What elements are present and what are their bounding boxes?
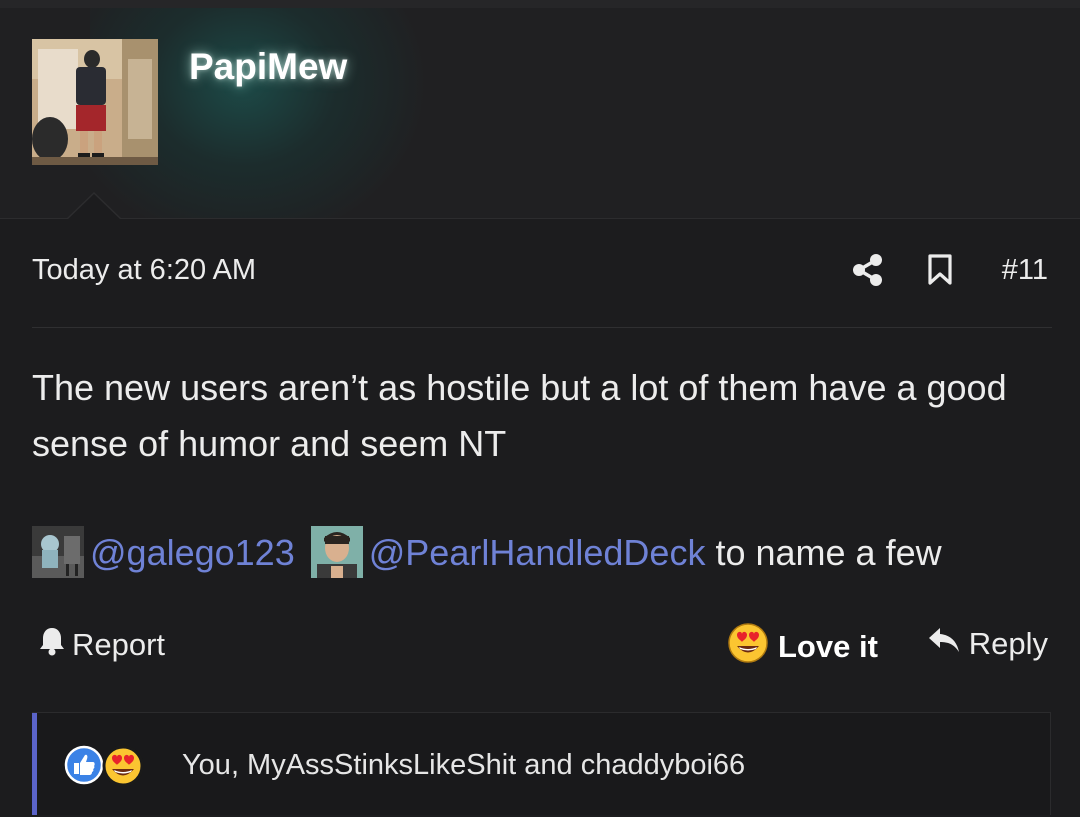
- heart-eyes-emoji-icon: [102, 745, 144, 795]
- post-timestamp[interactable]: Today at 6:20 AM: [32, 254, 256, 287]
- reply-button[interactable]: Reply: [927, 626, 1048, 662]
- post-number-link[interactable]: #11: [1002, 254, 1048, 287]
- reply-label: Reply: [968, 626, 1048, 661]
- pearlhandleddeck-avatar[interactable]: [310, 526, 363, 579]
- galego123-avatar[interactable]: [32, 526, 84, 579]
- post-mentions-line: @galego123 @PearlHandledDeck to name a f…: [32, 525, 1072, 581]
- love-it-label: Love it: [778, 629, 878, 664]
- reactions-summary-text[interactable]: You, MyAssStinksLikeShit and chaddyboi66: [182, 749, 745, 782]
- mention-pearlhandleddeck[interactable]: @PearlHandledDeck: [369, 532, 706, 573]
- reaction-icons: [64, 745, 144, 787]
- report-button[interactable]: Report: [38, 626, 165, 664]
- header-pointer-fill: [67, 194, 121, 220]
- reactions-summary[interactable]: You, MyAssStinksLikeShit and chaddyboi66: [64, 743, 745, 787]
- bell-icon: [38, 626, 66, 664]
- love-it-button[interactable]: Love it: [728, 623, 878, 671]
- heart-eyes-emoji-icon: [728, 623, 768, 671]
- post-actions-row: Report Love it Reply: [32, 620, 1048, 670]
- reactions-bar[interactable]: You, MyAssStinksLikeShit and chaddyboi66: [32, 712, 1051, 815]
- header-divider: [0, 218, 1080, 219]
- share-icon[interactable]: [852, 253, 884, 287]
- reactions-accent-bar: [32, 713, 37, 815]
- bookmark-icon[interactable]: [927, 254, 953, 286]
- author-avatar[interactable]: [32, 39, 158, 165]
- mentions-suffix: to name a few: [715, 532, 942, 573]
- post-author-header: PapiMew: [0, 8, 1080, 218]
- post-meta-row: Today at 6:20 AM #11: [32, 250, 1048, 294]
- reply-arrow-icon: [927, 626, 961, 662]
- author-username[interactable]: PapiMew: [189, 46, 347, 88]
- meta-divider: [32, 327, 1052, 328]
- like-icon: [64, 745, 104, 793]
- top-edge: [0, 0, 1080, 8]
- mention-galego123[interactable]: @galego123: [90, 532, 295, 573]
- post-body: The new users aren’t as hostile but a lo…: [32, 367, 1007, 464]
- report-label: Report: [72, 627, 166, 662]
